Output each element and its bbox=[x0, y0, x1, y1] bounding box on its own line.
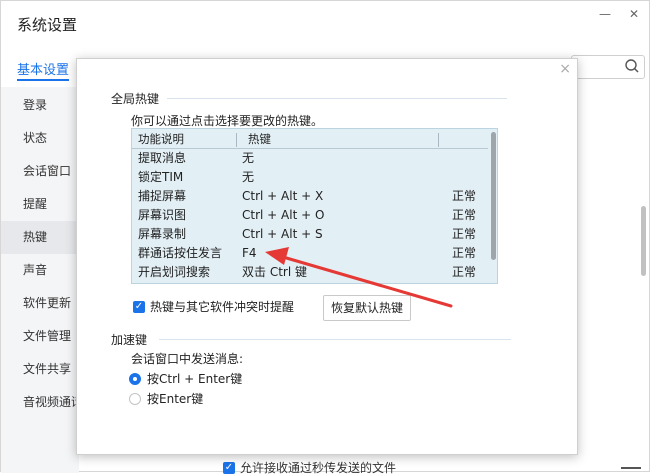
search-input[interactable] bbox=[571, 55, 645, 79]
sidebar-item-status[interactable]: 状态 bbox=[1, 122, 79, 155]
section-title-accelerator: 加速键 bbox=[111, 333, 148, 347]
table-row[interactable]: 锁定TIM 无 bbox=[132, 168, 488, 187]
table-scrollbar[interactable] bbox=[489, 129, 497, 283]
allow-receive-label: 允许接收通过秒传发送的文件 bbox=[240, 461, 397, 475]
table-row[interactable]: 开启划词搜索 双击 Ctrl 键 正常 bbox=[132, 263, 488, 282]
section-title-global-hotkeys: 全局热键 bbox=[111, 92, 160, 106]
tab-basic-settings[interactable]: 基本设置 bbox=[17, 59, 69, 78]
table-scrollbar-thumb[interactable] bbox=[491, 132, 496, 260]
sidebar-item-file-management[interactable]: 文件管理 bbox=[1, 320, 79, 353]
row-description: 屏幕录制 bbox=[138, 227, 187, 241]
dialog-close-icon[interactable]: × bbox=[559, 61, 571, 77]
row-description: 捕捉屏幕 bbox=[138, 189, 187, 203]
table-row[interactable]: 群通话按住发言 F4 正常 bbox=[132, 244, 488, 263]
row-hotkey: 无 bbox=[242, 170, 255, 184]
row-status: 正常 bbox=[452, 246, 477, 260]
sidebar-item-hotkeys[interactable]: 热键 bbox=[1, 221, 79, 254]
table-row[interactable]: 提取消息 无 bbox=[132, 149, 488, 168]
column-header-hotkey: 热键 bbox=[248, 132, 271, 146]
row-status: 正常 bbox=[452, 208, 477, 222]
sidebar-item-reminder[interactable]: 提醒 bbox=[1, 188, 79, 221]
hotkey-hint: 你可以通过点击选择要更改的热键。 bbox=[131, 114, 324, 128]
hotkey-table: 功能说明 热键 提取消息 无 锁定TIM 无 捕捉屏幕 Ctrl + Alt +… bbox=[131, 128, 498, 284]
row-description: 屏幕识图 bbox=[138, 208, 187, 222]
row-hotkey: 无 bbox=[242, 151, 255, 165]
column-separator bbox=[438, 133, 439, 147]
checkbox-checked-icon: ✓ bbox=[133, 300, 145, 313]
radio-enter-label: 按Enter键 bbox=[147, 392, 204, 406]
sidebar: 登录 状态 会话窗口 提醒 热键 声音 软件更新 文件管理 文件共享 音视频通话 bbox=[1, 87, 83, 473]
row-hotkey: F4 bbox=[242, 246, 257, 260]
table-header: 功能说明 热键 bbox=[132, 131, 488, 149]
sidebar-item-chat-window[interactable]: 会话窗口 bbox=[1, 155, 79, 188]
row-hotkey: Ctrl + Alt + O bbox=[242, 208, 325, 222]
row-status: 正常 bbox=[452, 189, 477, 203]
settings-window: 系统设置 — ✕ 基本设置 登录 状态 会话窗口 提醒 热键 声音 软件更新 文… bbox=[0, 0, 650, 475]
send-message-label: 会话窗口中发送消息: bbox=[131, 352, 244, 366]
row-description: 提取消息 bbox=[138, 151, 187, 165]
minimize-button[interactable]: — bbox=[599, 7, 611, 21]
column-header-description: 功能说明 bbox=[138, 132, 184, 146]
row-hotkey: 双击 Ctrl 键 bbox=[242, 265, 307, 279]
radio-ctrl-enter[interactable]: 按Ctrl + Enter键 bbox=[129, 370, 242, 387]
resize-grip bbox=[621, 467, 641, 469]
row-hotkey: Ctrl + Alt + S bbox=[242, 227, 323, 241]
table-row[interactable]: 捕捉屏幕 Ctrl + Alt + X 正常 bbox=[132, 187, 488, 206]
row-description: 群通话按住发言 bbox=[138, 246, 223, 260]
conflict-alert-label: 热键与其它软件冲突时提醒 bbox=[150, 300, 295, 314]
sidebar-item-file-sharing[interactable]: 文件共享 bbox=[1, 353, 79, 386]
section-divider bbox=[159, 339, 511, 340]
row-description: 锁定TIM bbox=[138, 170, 184, 184]
radio-unselected-icon bbox=[129, 392, 141, 405]
section-divider bbox=[167, 98, 507, 99]
sidebar-item-login[interactable]: 登录 bbox=[1, 89, 79, 122]
sidebar-item-update[interactable]: 软件更新 bbox=[1, 287, 79, 320]
row-hotkey: Ctrl + Alt + X bbox=[242, 189, 324, 203]
allow-receive-checkbox[interactable]: ✓ 允许接收通过秒传发送的文件 bbox=[223, 459, 396, 476]
row-status: 正常 bbox=[452, 227, 477, 241]
sidebar-item-sound[interactable]: 声音 bbox=[1, 254, 79, 287]
row-description: 开启划词搜索 bbox=[138, 265, 211, 279]
radio-ctrl-enter-label: 按Ctrl + Enter键 bbox=[147, 372, 243, 386]
main-scrollbar[interactable] bbox=[641, 206, 646, 276]
hotkey-settings-dialog: × 全局热键 你可以通过点击选择要更改的热键。 功能说明 热键 提取消息 无 锁… bbox=[76, 58, 578, 455]
radio-selected-icon bbox=[129, 372, 141, 385]
column-separator bbox=[236, 133, 237, 147]
window-title: 系统设置 bbox=[17, 16, 78, 34]
restore-default-hotkeys-button[interactable]: 恢复默认热键 bbox=[323, 295, 411, 321]
window-controls: — ✕ bbox=[599, 7, 639, 21]
active-tab-indicator bbox=[17, 79, 69, 81]
search-icon[interactable] bbox=[624, 58, 640, 74]
radio-enter[interactable]: 按Enter键 bbox=[129, 390, 203, 407]
close-button[interactable]: ✕ bbox=[629, 7, 639, 21]
sidebar-item-av-call[interactable]: 音视频通话 bbox=[1, 386, 83, 419]
table-row[interactable]: 屏幕识图 Ctrl + Alt + O 正常 bbox=[132, 206, 488, 225]
row-status: 正常 bbox=[452, 265, 477, 279]
table-row[interactable]: 屏幕录制 Ctrl + Alt + S 正常 bbox=[132, 225, 488, 244]
conflict-alert-checkbox[interactable]: ✓ 热键与其它软件冲突时提醒 bbox=[133, 298, 294, 315]
